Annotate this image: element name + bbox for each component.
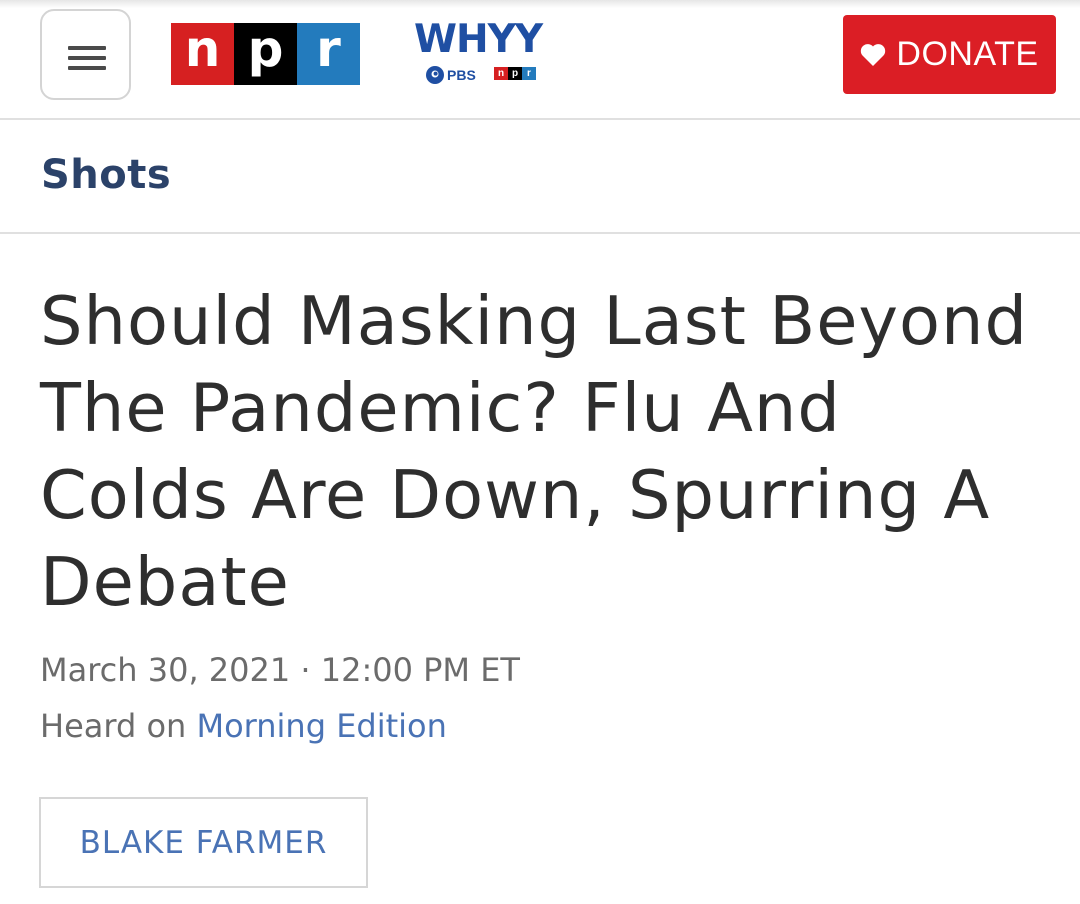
program-link-morning-edition[interactable]: Morning Edition [196,707,446,745]
menu-button[interactable] [40,9,131,100]
site-header: n p r WHYY PBS n p r DONATE [0,0,1080,120]
donate-button[interactable]: DONATE [843,15,1056,94]
npr-logo-letter-n: n [171,23,234,85]
npr-logo[interactable]: n p r [171,23,360,85]
pbs-label: PBS [447,67,476,83]
section-link-shots[interactable]: Shots [41,152,171,198]
section-bar: Shots [0,121,1080,234]
pbs-head-icon [426,66,444,84]
article-headline: Should Masking Last Beyond The Pandemic?… [40,282,1029,621]
author-name: BLAKE FARMER [79,824,328,861]
author-byline-button[interactable]: BLAKE FARMER [39,797,368,888]
mini-npr-logo: n p r [494,67,536,80]
donate-label: DONATE [896,35,1039,73]
heard-on-prefix: Heard on [40,707,197,745]
heart-icon [861,43,886,66]
npr-logo-letter-r: r [297,23,360,85]
heard-on-line: Heard on Morning Edition [40,707,447,745]
station-logo[interactable]: WHYY PBS n p r [414,20,554,84]
npr-logo-letter-p: p [234,23,297,85]
article-dateline: March 30, 2021 · 12:00 PM ET [40,651,520,689]
pbs-badge: PBS [426,66,476,84]
station-name: WHYY [414,17,543,62]
